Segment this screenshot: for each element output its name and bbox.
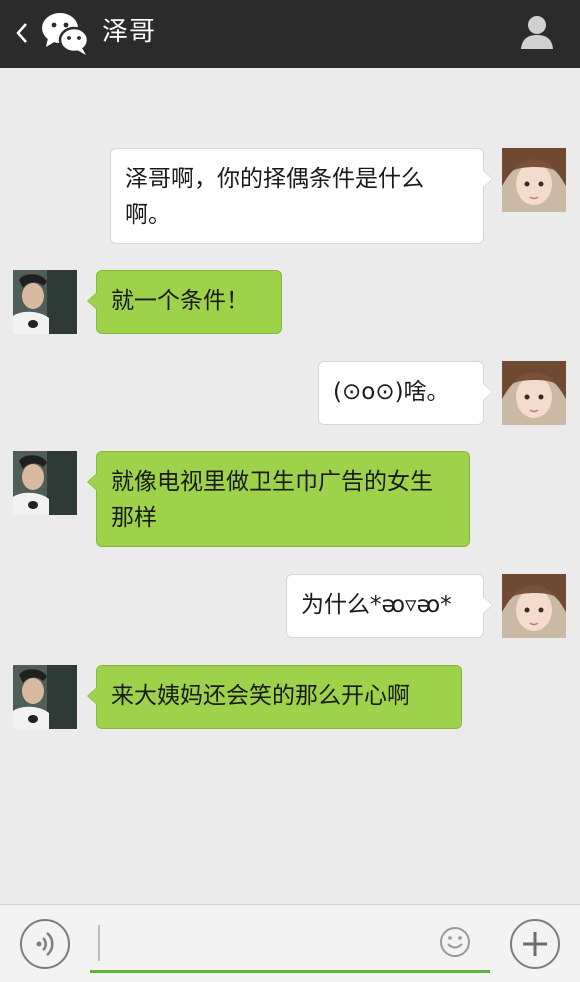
chat-title: 泽哥: [102, 17, 157, 47]
message-bubble-sent[interactable]: (⊙o⊙)啥。: [318, 361, 493, 425]
person-icon[interactable]: [520, 14, 554, 50]
text-field-underline: [90, 970, 490, 973]
chat-messages-area[interactable]: 泽哥啊，你的择偶条件是什么啊。 就一个条件！ (⊙o⊙)啥。 就像电视里做卫生巾…: [0, 68, 580, 904]
message-bubble-received[interactable]: 来大姨妈还会笑的那么开心啊: [87, 665, 462, 729]
contact-avatar[interactable]: [13, 665, 77, 729]
message-bubble-sent[interactable]: 为什么*ᴔ▿ᴔ*: [286, 574, 493, 638]
contact-avatar[interactable]: [13, 270, 77, 334]
message-input-bar: [0, 904, 580, 982]
voice-icon: [36, 932, 54, 956]
chevron-left-icon[interactable]: [12, 20, 32, 46]
message-text-field[interactable]: [90, 917, 490, 973]
text-cursor: [98, 925, 100, 961]
message-bubble-received[interactable]: 就一个条件！: [87, 270, 282, 334]
smiley-icon[interactable]: [438, 925, 472, 959]
message-bubble-sent[interactable]: 泽哥啊，你的择偶条件是什么啊。: [110, 148, 493, 244]
wechat-logo-icon[interactable]: [40, 10, 90, 56]
contact-avatar[interactable]: [13, 451, 77, 515]
message-bubble-received[interactable]: 就像电视里做卫生巾广告的女生那样: [87, 451, 470, 547]
voice-button[interactable]: [20, 919, 70, 969]
my-avatar[interactable]: [502, 361, 566, 425]
my-avatar[interactable]: [502, 148, 566, 212]
my-avatar[interactable]: [502, 574, 566, 638]
chat-header: 泽哥: [0, 0, 580, 68]
plus-icon: [523, 932, 547, 956]
plus-button[interactable]: [510, 919, 560, 969]
